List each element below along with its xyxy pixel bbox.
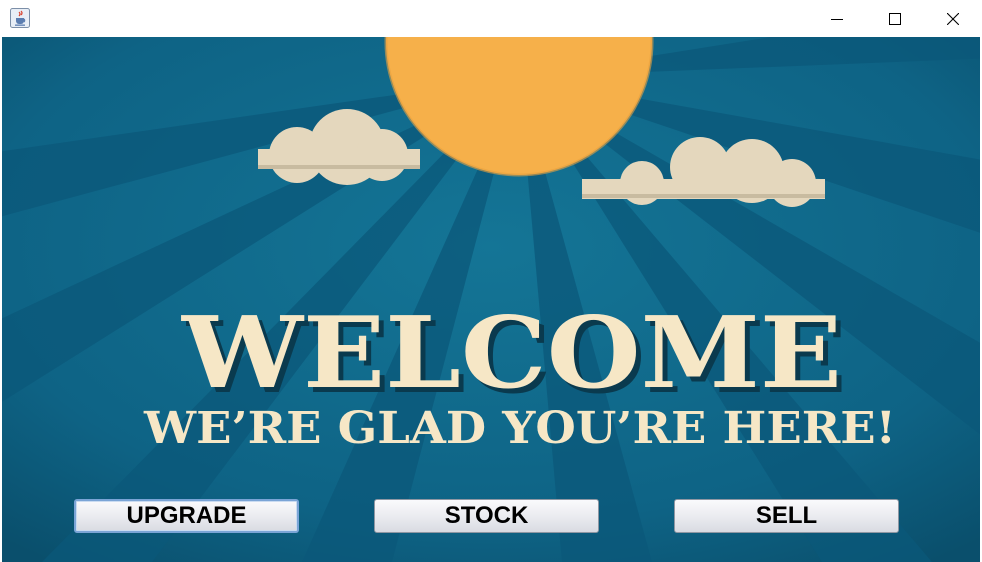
title-bar (0, 0, 982, 37)
welcome-banner-image: WELCOME WELCOME WE’RE GLAD YOU’RE HERE! (2, 37, 980, 562)
welcome-headline: WELCOME (181, 296, 842, 411)
welcome-subheadline: WE’RE GLAD YOU’RE HERE! (143, 403, 896, 454)
welcome-panel: WELCOME WELCOME WE’RE GLAD YOU’RE HERE! … (2, 37, 980, 562)
close-icon (947, 12, 959, 25)
java-cup-icon[interactable] (10, 8, 30, 28)
close-button[interactable] (924, 0, 982, 37)
minimize-button[interactable] (808, 0, 866, 37)
upgrade-button[interactable]: UPGRADE (74, 499, 299, 533)
minimize-icon (831, 18, 843, 20)
sell-button[interactable]: SELL (674, 499, 899, 533)
stock-button[interactable]: STOCK (374, 499, 599, 533)
maximize-icon (889, 12, 901, 25)
maximize-button[interactable] (866, 0, 924, 37)
